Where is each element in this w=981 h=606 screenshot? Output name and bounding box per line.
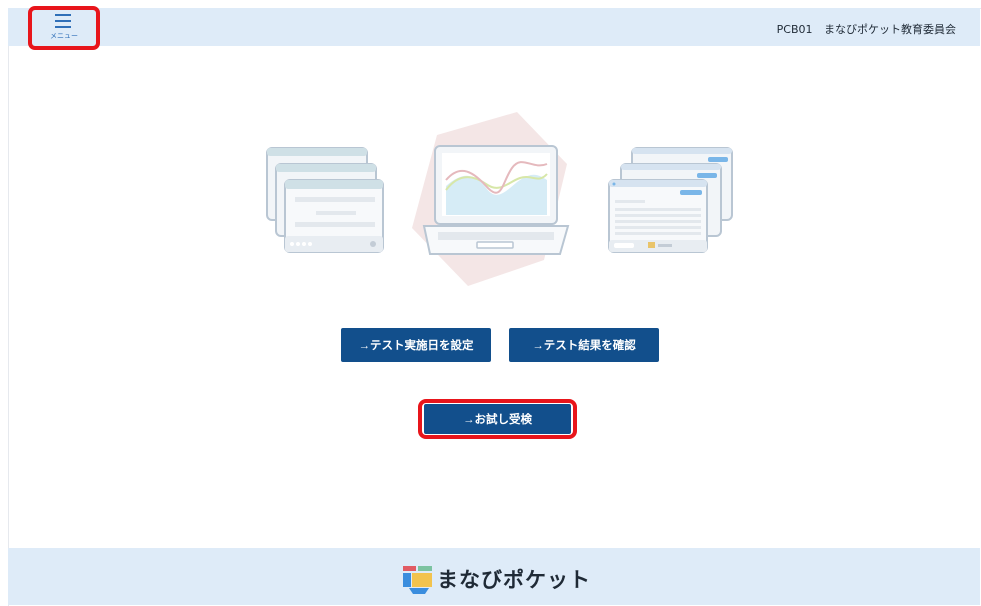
account-info: PCB01 まなびポケット教育委員会 [777, 21, 956, 37]
check-results-button[interactable]: →テスト結果を確認 [509, 328, 659, 362]
page-frame [8, 8, 981, 606]
trial-exam-highlight: →お試し受検 [418, 399, 577, 439]
laptop-chart-icon [412, 112, 570, 286]
document-windows-icon [266, 147, 384, 253]
school-code: PCB01 [776, 23, 813, 36]
hamburger-icon [55, 14, 71, 28]
table-windows-icon [608, 147, 733, 253]
organization-name: まなびポケット教育委員会 [824, 23, 956, 36]
brand-name: まなびポケット [437, 568, 591, 592]
trial-exam-button[interactable]: →お試し受検 [424, 404, 571, 434]
dashboard-illustration [266, 112, 733, 286]
menu-label: メニュー [50, 32, 78, 40]
set-test-date-button[interactable]: →テスト実施日を設定 [341, 328, 491, 362]
manabi-pocket-logo [403, 566, 432, 594]
menu-button[interactable]: メニュー [28, 6, 100, 50]
